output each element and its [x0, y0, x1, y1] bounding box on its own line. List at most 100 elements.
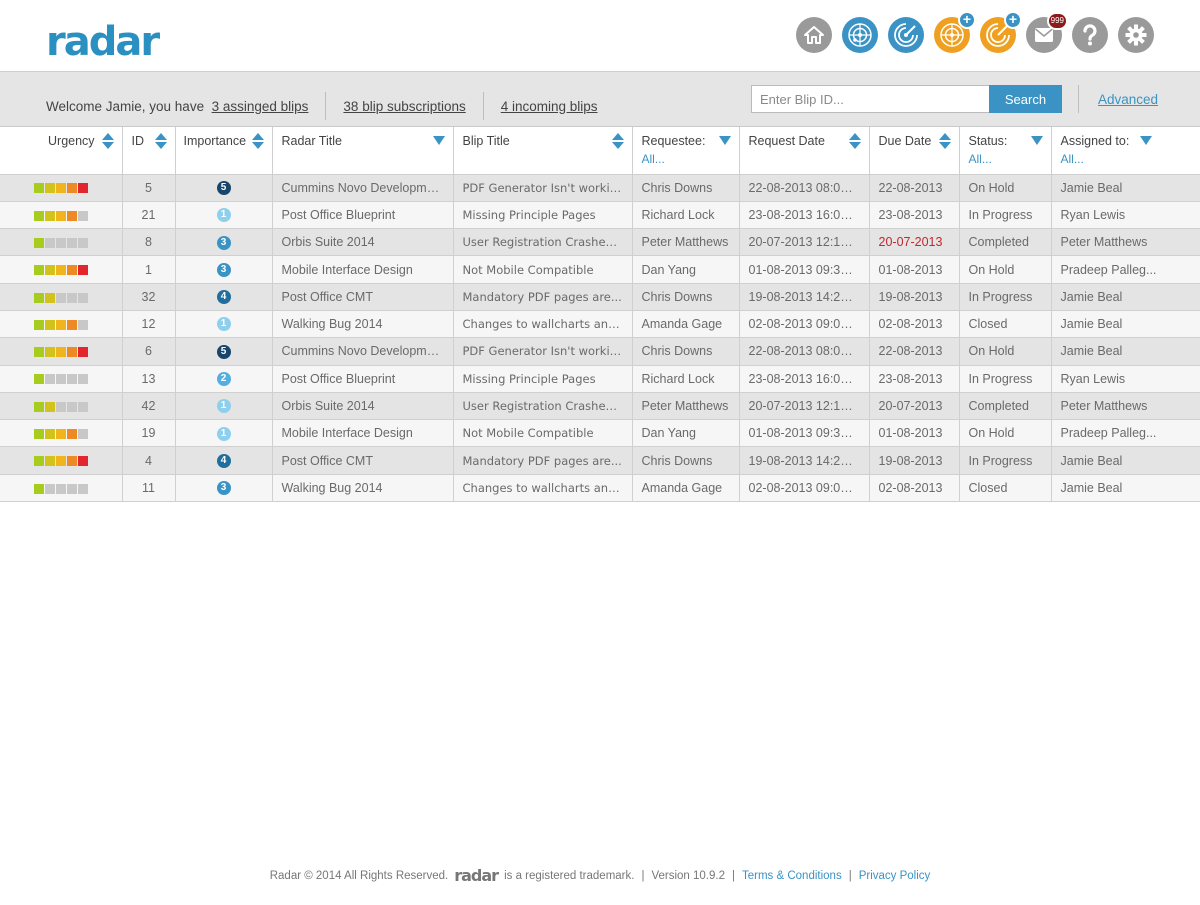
urgency-segment	[55, 429, 66, 440]
urgency-meter	[33, 429, 88, 440]
urgency-meter	[33, 347, 88, 358]
table-row[interactable]: 5 5 Cummins Novo Development PDF Generator …	[0, 174, 1200, 202]
request-date-cell: 20-07-2013 12:18:03	[739, 392, 870, 421]
header-assigned-to[interactable]: Assigned to: All...	[1051, 127, 1200, 175]
help-icon[interactable]	[1072, 17, 1108, 53]
add-blip-icon[interactable]: +	[980, 11, 1022, 53]
urgency-segment	[44, 374, 55, 385]
importance-cell: 1	[175, 392, 273, 421]
radar-logo[interactable]: radar	[46, 10, 160, 65]
urgency-segment	[66, 183, 77, 194]
sort-icon[interactable]	[154, 133, 167, 149]
urgency-segment	[55, 210, 66, 221]
request-date-cell: 02-08-2013 09:02:09	[739, 310, 870, 339]
table-row[interactable]: 13 2 Post Office Blueprint Missing Principl…	[0, 365, 1200, 393]
header-importance[interactable]: Importance	[175, 127, 273, 175]
incoming-blips-link[interactable]: 4 incoming blips	[501, 99, 598, 114]
table-row[interactable]: 42 1 Orbis Suite 2014 User Registration Cra…	[0, 392, 1200, 421]
table-row[interactable]: 8 3 Orbis Suite 2014 User Registration Cras…	[0, 228, 1200, 257]
requestee-cell: Amanda Gage	[632, 474, 740, 503]
header-id[interactable]: ID	[122, 127, 176, 175]
filter-dropdown-icon[interactable]	[1140, 136, 1152, 145]
header-requestee[interactable]: Requestee: All...	[632, 127, 740, 175]
filter-dropdown-icon[interactable]	[432, 136, 445, 145]
table-row[interactable]: 19 1 Mobile Interface Design Not Mobile Com…	[0, 419, 1200, 448]
radar-title-cell: Cummins Novo Development	[272, 337, 454, 366]
header-status[interactable]: Status: All...	[959, 127, 1052, 175]
urgency-segment	[33, 429, 44, 440]
sort-icon[interactable]	[251, 133, 264, 149]
urgency-segment	[33, 347, 44, 358]
home-icon[interactable]	[796, 17, 832, 53]
add-radar-icon[interactable]: +	[934, 11, 976, 53]
sort-icon[interactable]	[101, 133, 114, 149]
table-row[interactable]: 32 4 Post Office CMT Mandatory PDF pages ar…	[0, 283, 1200, 311]
assigned-blips-link[interactable]: 3 assinged blips	[212, 99, 309, 114]
id-cell: 21	[122, 201, 176, 230]
header-request-date[interactable]: Request Date	[739, 127, 870, 175]
urgency-cell	[0, 174, 123, 202]
advanced-search-link[interactable]: Advanced	[1098, 92, 1158, 107]
urgency-segment	[44, 429, 55, 440]
subscriptions-link[interactable]: 38 blip subscriptions	[343, 99, 465, 114]
divider	[325, 92, 327, 120]
status-cell: On Hold	[959, 174, 1052, 202]
gear-icon[interactable]	[1118, 17, 1154, 53]
terms-link[interactable]: Terms & Conditions	[742, 870, 842, 882]
table-row[interactable]: 12 1 Walking Bug 2014 Changes to wallcharts…	[0, 310, 1200, 339]
radar-icon[interactable]	[842, 17, 878, 53]
urgency-segment	[33, 456, 44, 467]
privacy-link[interactable]: Privacy Policy	[859, 870, 931, 882]
urgency-segment	[44, 183, 55, 194]
urgency-segment	[66, 456, 77, 467]
request-date-cell: 01-08-2013 09:32:01	[739, 419, 870, 448]
urgency-segment	[44, 401, 55, 412]
filter-dropdown-icon[interactable]	[718, 136, 731, 145]
due-date-cell: 19-08-2013	[869, 283, 960, 311]
blip-id-search-input[interactable]	[751, 85, 989, 113]
urgency-meter	[33, 237, 88, 248]
urgency-segment	[33, 401, 44, 412]
radar-title-cell: Mobile Interface Design	[272, 419, 454, 448]
requestee-cell: Peter Matthews	[632, 392, 740, 421]
status-cell: In Progress	[959, 283, 1052, 311]
table-row[interactable]: 11 3 Walking Bug 2014 Changes to wallcharts…	[0, 474, 1200, 503]
header-due-date[interactable]: Due Date	[869, 127, 960, 175]
filter-dropdown-icon[interactable]	[1030, 136, 1043, 145]
importance-badge: 5	[216, 344, 231, 359]
logo-text: radar	[46, 19, 160, 65]
sort-icon[interactable]	[848, 133, 861, 149]
radar-target-icon[interactable]	[888, 17, 924, 53]
status-filter-link[interactable]: All...	[969, 152, 1043, 166]
urgency-segment	[66, 401, 77, 412]
urgency-segment	[77, 292, 88, 303]
search-button[interactable]: Search	[989, 85, 1062, 113]
header-blip-title[interactable]: Blip Title	[453, 127, 633, 175]
requestee-filter-link[interactable]: All...	[642, 152, 731, 166]
urgency-cell	[0, 365, 123, 393]
urgency-segment	[77, 456, 88, 467]
header-radar-title[interactable]: Radar Title	[272, 127, 454, 175]
radar-title-cell: Post Office CMT	[272, 446, 454, 475]
mail-icon[interactable]: 999	[1026, 12, 1068, 53]
table-row[interactable]: 6 5 Cummins Novo Development PDF Generator …	[0, 337, 1200, 366]
assigned-filter-link[interactable]: All...	[1061, 152, 1193, 166]
urgency-segment	[77, 483, 88, 494]
blip-title-cell: Not Mobile Compatible	[453, 255, 633, 284]
plus-icon: +	[958, 11, 976, 29]
urgency-segment	[33, 319, 44, 330]
table-row[interactable]: 4 4 Post Office CMT Mandatory PDF pages are…	[0, 446, 1200, 475]
status-cell: Closed	[959, 310, 1052, 339]
urgency-segment	[44, 237, 55, 248]
status-cell: Completed	[959, 228, 1052, 257]
sort-icon[interactable]	[611, 133, 624, 149]
urgency-segment	[66, 210, 77, 221]
urgency-segment	[66, 292, 77, 303]
sort-icon[interactable]	[938, 133, 951, 149]
table-row[interactable]: 1 3 Mobile Interface Design Not Mobile Comp…	[0, 255, 1200, 284]
table-header-row: Urgency ID Importance Radar Title Blip T…	[0, 127, 1200, 175]
urgency-cell	[0, 255, 123, 284]
header-urgency[interactable]: Urgency	[0, 127, 123, 175]
urgency-meter	[33, 374, 88, 385]
table-row[interactable]: 21 1 Post Office Blueprint Missing Principl…	[0, 201, 1200, 230]
